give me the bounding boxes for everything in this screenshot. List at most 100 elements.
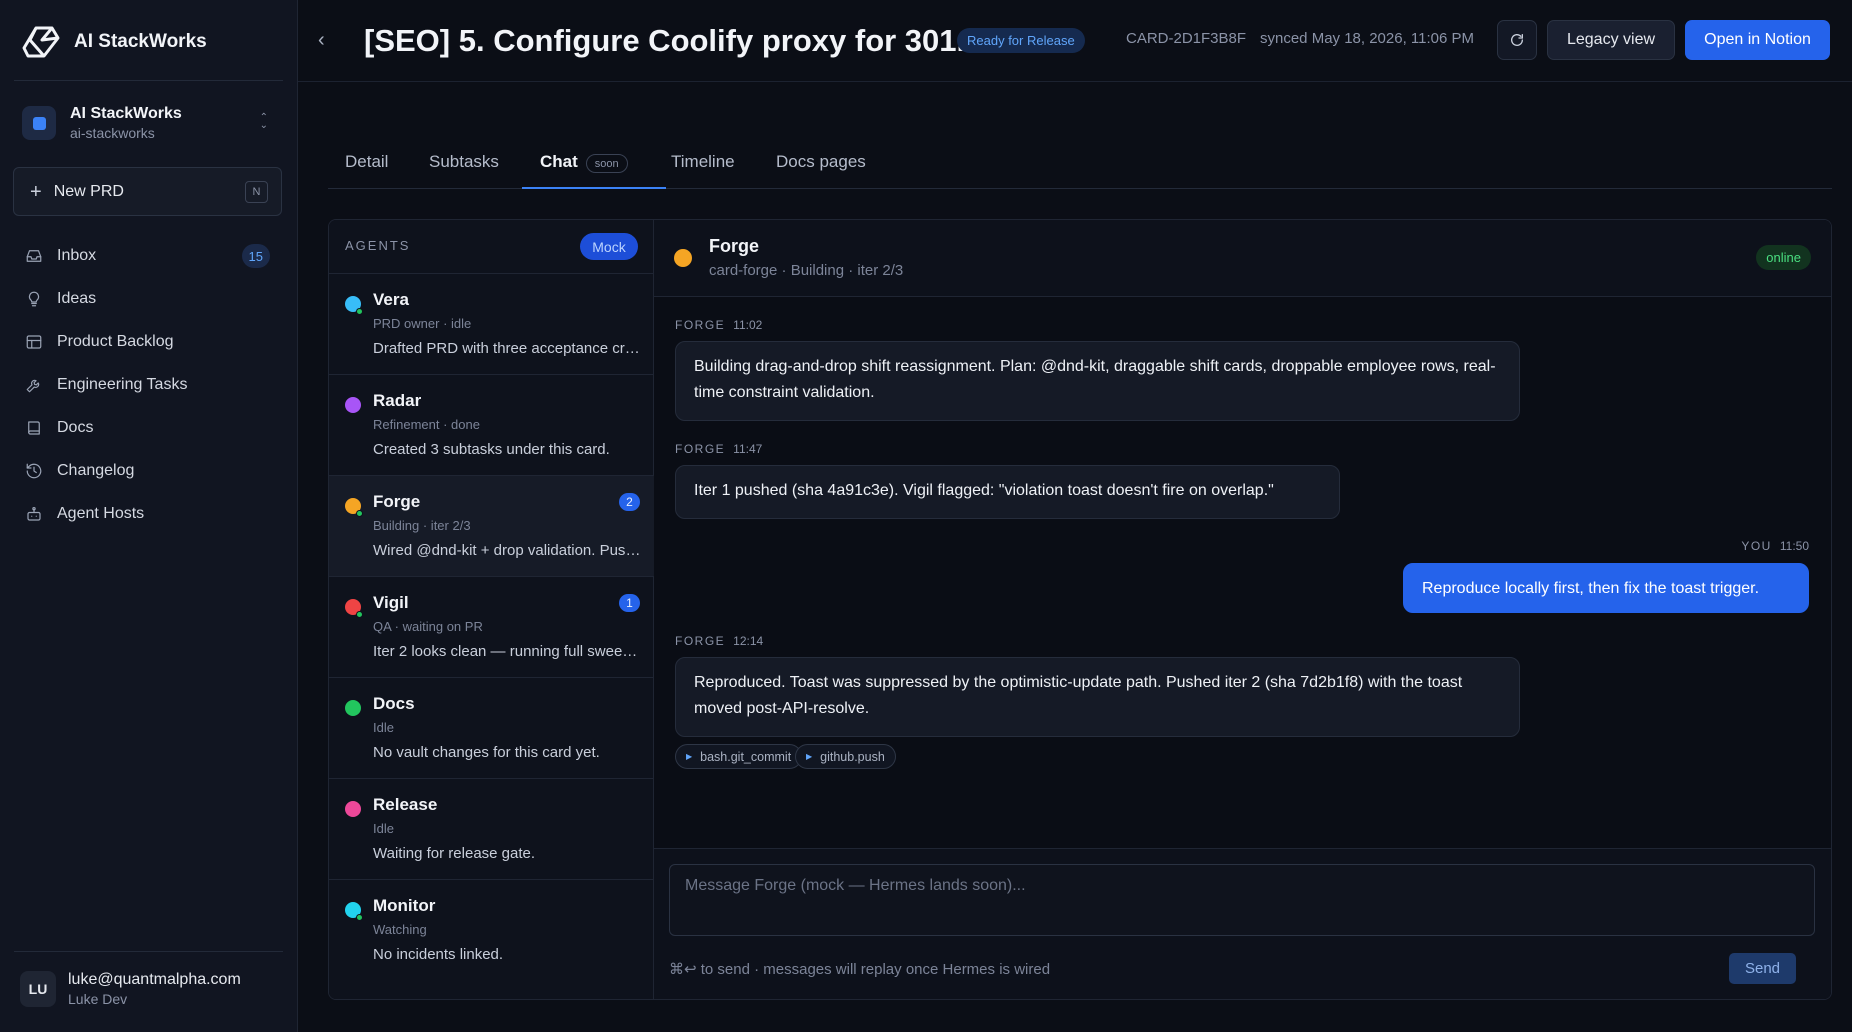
brand-logo-icon (22, 26, 60, 58)
tab-label: Docs pages (776, 152, 866, 171)
card-id: CARD-2D1F3B8F (1126, 30, 1247, 47)
open-in-notion-button[interactable]: Open in Notion (1685, 20, 1830, 60)
tab-detail[interactable]: Detail (345, 140, 388, 189)
table-icon (26, 334, 42, 349)
sidebar-item-engineering-tasks[interactable]: Engineering Tasks (13, 363, 282, 406)
sidebar-item-inbox[interactable]: Inbox 15 (13, 234, 282, 277)
agent-item-release[interactable]: Release Idle Waiting for release gate. (329, 779, 654, 880)
sidebar-item-product-backlog[interactable]: Product Backlog (13, 320, 282, 363)
agent-status: PRD owner · idle (373, 316, 472, 331)
page-header: ‹ [SEO] 5. Configure Coolify proxy for 3… (298, 0, 1852, 82)
sidebar-item-label: Agent Hosts (57, 504, 145, 522)
composer: ⌘↩ to send · messages will replay once H… (654, 848, 1831, 999)
agent-last-message: Iter 2 looks clean — running full sweep … (373, 643, 641, 660)
sidebar-item-label: Product Backlog (57, 332, 174, 350)
tool-call-pill[interactable]: ▶ github.push (795, 744, 896, 769)
lightbulb-icon (28, 291, 40, 306)
message-bubble: Iter 1 pushed (sha 4a91c3e). Vigil flagg… (675, 465, 1340, 519)
tool-call-pill[interactable]: ▶ bash.git_commit (675, 744, 803, 769)
legacy-view-button[interactable]: Legacy view (1547, 20, 1675, 60)
send-button[interactable]: Send (1729, 953, 1796, 984)
agent-color-dot (345, 801, 361, 817)
agent-last-message: No incidents linked. (373, 946, 504, 963)
agent-last-message: No vault changes for this card yet. (373, 744, 600, 761)
user-email: luke@quantmalpha.com (68, 971, 241, 988)
chat-agent-name: Forge (709, 236, 760, 256)
sidebar: AI StackWorks AI StackWorks ai-stackwork… (0, 0, 298, 1032)
user-message-bubble: Reproduce locally first, then fix the to… (1403, 563, 1809, 613)
chat-header: Forge card-forge · Building · iter 2/3 o… (654, 220, 1831, 297)
wrench-icon (26, 379, 40, 392)
agent-item-forge[interactable]: Forge 2 Building · iter 2/3 Wired @dnd-k… (329, 476, 654, 577)
brand[interactable]: AI StackWorks (22, 24, 207, 60)
robot-icon (27, 506, 41, 521)
agent-item-vigil[interactable]: Vigil 1 QA · waiting on PR Iter 2 looks … (329, 577, 654, 678)
sidebar-divider (14, 951, 283, 952)
agent-name: Monitor (373, 896, 436, 915)
message-author: FORGE (675, 318, 726, 332)
agent-item-monitor[interactable]: Monitor Watching No incidents linked. (329, 880, 654, 981)
tab-docs-pages[interactable]: Docs pages (776, 140, 866, 189)
status-badge: Ready for Release (957, 28, 1085, 53)
page-title: [SEO] 5. Configure Coolify proxy for 301… (364, 23, 983, 58)
message-author: YOU (1741, 539, 1772, 553)
unread-badge: 1 (619, 594, 640, 612)
tab-label: Timeline (671, 152, 735, 171)
history-icon (26, 463, 42, 478)
composer-hint: ⌘↩ to send · messages will replay once H… (669, 961, 1051, 978)
tab-label: Chat (540, 152, 578, 171)
sidebar-item-docs[interactable]: Docs (13, 406, 282, 449)
message-author: FORGE (675, 442, 726, 456)
unread-badge: 2 (619, 493, 640, 511)
tool-call-label: github.push (820, 749, 885, 764)
tab-label: Subtasks (429, 152, 499, 171)
sidebar-item-label: Changelog (57, 461, 135, 479)
tab-chat[interactable]: Chat soon (540, 140, 628, 189)
tab-bar: Detail Subtasks Chat soon Timeline Docs … (328, 140, 1832, 189)
agent-color-dot (345, 397, 361, 413)
agent-last-message: Waiting for release gate. (373, 845, 536, 862)
agent-last-message: Wired @dnd-kit + drop validation. Pushed… (373, 542, 641, 559)
live-indicator (356, 611, 363, 618)
agents-list: AGENTS Mock Vera PRD owner · idle Drafte… (329, 220, 654, 999)
sidebar-nav: Inbox 15 Ideas Product Backlog Engineeri… (13, 234, 282, 535)
new-prd-button[interactable]: + New PRD N (13, 167, 282, 216)
message-meta: YOU 11:50 (1741, 539, 1809, 553)
user-menu[interactable]: LU luke@quantmalpha.com Luke Dev (20, 970, 241, 1008)
brand-name: AI StackWorks (74, 31, 207, 52)
agent-status: QA · waiting on PR (373, 619, 483, 634)
message-time: 11:50 (1779, 539, 1809, 553)
agent-item-vera[interactable]: Vera PRD owner · idle Drafted PRD with t… (329, 274, 654, 375)
workspace-switcher[interactable]: AI StackWorks ai-stackworks ⌃ ⌄ (22, 100, 276, 146)
message-input[interactable] (669, 864, 1815, 936)
agent-item-radar[interactable]: Radar Refinement · done Created 3 subtas… (329, 375, 654, 476)
agent-name: Forge (373, 492, 421, 511)
agent-last-message: Drafted PRD with three acceptance criter… (373, 340, 641, 357)
agent-item-docs[interactable]: Docs Idle No vault changes for this card… (329, 678, 654, 779)
agent-status: Refinement · done (373, 417, 480, 432)
sidebar-item-agent-hosts[interactable]: Agent Hosts (13, 492, 282, 535)
sidebar-item-label: Docs (57, 418, 94, 436)
tab-timeline[interactable]: Timeline (671, 140, 735, 189)
inbox-icon (26, 249, 42, 262)
message-time: 11:02 (733, 318, 763, 332)
back-chevron-icon[interactable]: ‹ (318, 28, 338, 52)
message-author: FORGE (675, 634, 726, 648)
agent-color-dot (674, 249, 692, 267)
message-time: 12:14 (733, 634, 764, 648)
sidebar-item-label: Ideas (57, 289, 97, 307)
inbox-count-badge: 15 (241, 244, 270, 268)
avatar: LU (20, 971, 56, 1007)
message-bubble: Building drag-and-drop shift reassignmen… (675, 341, 1520, 421)
message-time: 11:47 (733, 442, 763, 456)
refresh-button[interactable] (1497, 20, 1537, 60)
tab-subtasks[interactable]: Subtasks (429, 140, 499, 189)
mock-mode-badge[interactable]: Mock (580, 233, 638, 260)
sidebar-item-ideas[interactable]: Ideas (13, 277, 282, 320)
workspace-slug: ai-stackworks (70, 125, 155, 141)
shortcut-key: N (245, 181, 268, 203)
agent-color-dot (345, 700, 361, 716)
message-bubble: Reproduced. Toast was suppressed by the … (675, 657, 1520, 737)
caret-right-icon: ▶ (806, 752, 813, 761)
sidebar-item-changelog[interactable]: Changelog (13, 449, 282, 492)
